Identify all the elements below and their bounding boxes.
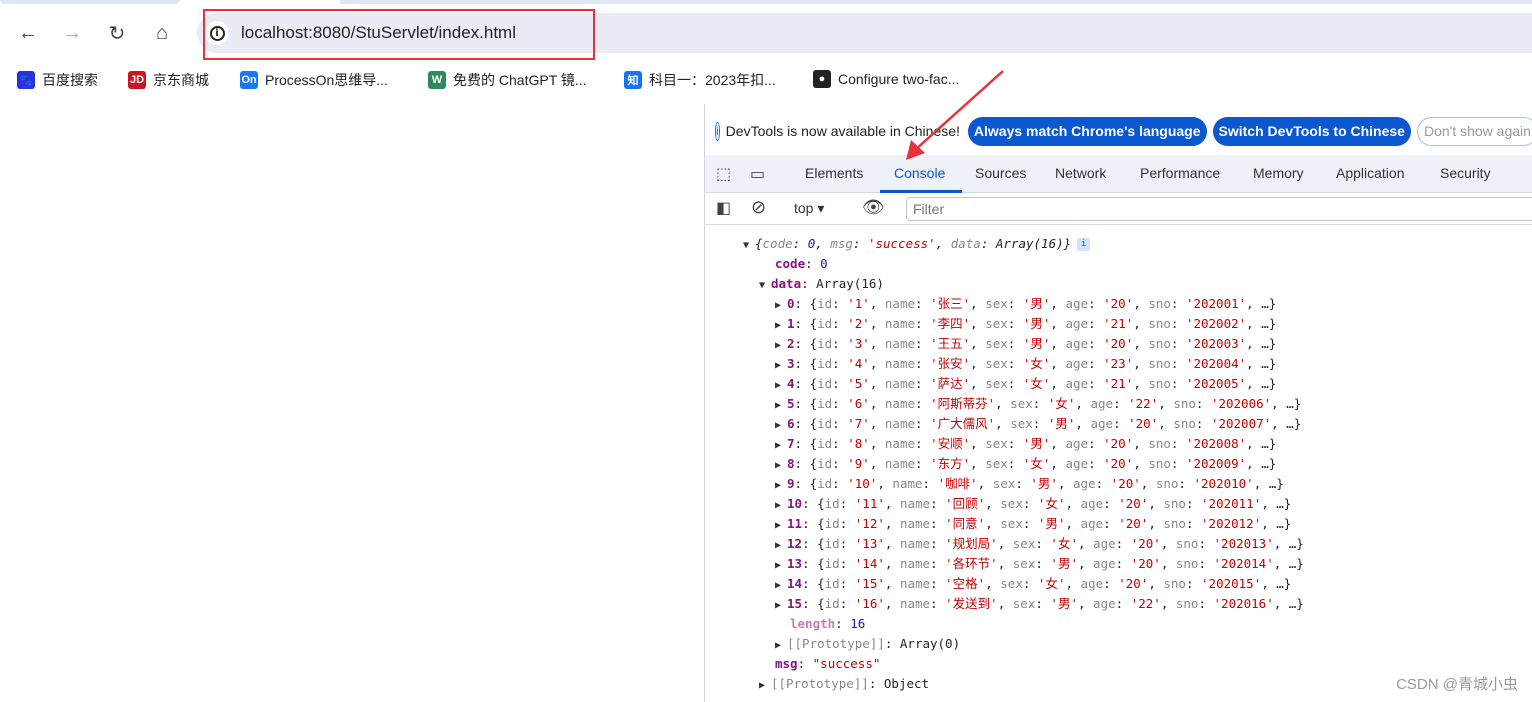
watermark: CSDN @青城小虫 — [1396, 676, 1518, 693]
annotation-arrow — [906, 70, 1004, 160]
